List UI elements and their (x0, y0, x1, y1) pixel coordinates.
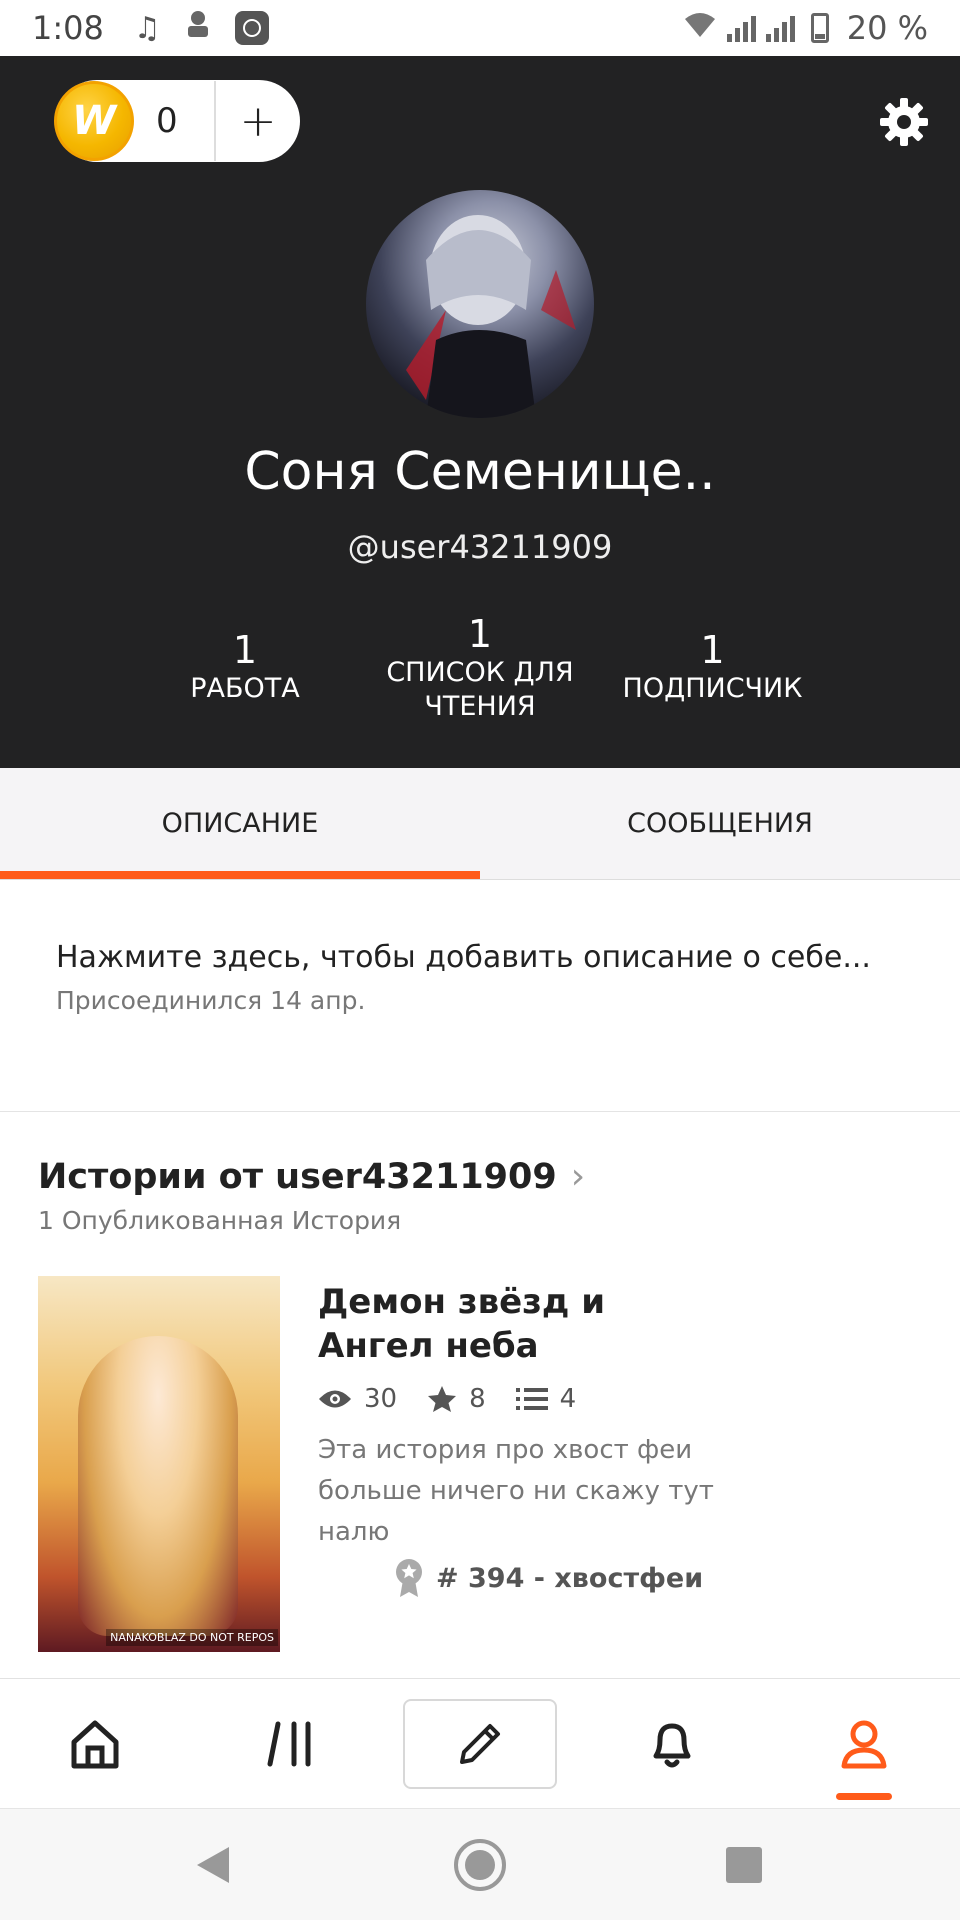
nav-home[interactable] (20, 1679, 170, 1809)
stat-reading-lists[interactable]: 1 СПИСОК ДЛЯ ЧТЕНИЯ (370, 612, 590, 724)
wifi-icon (683, 9, 717, 47)
nav-write[interactable] (403, 1699, 557, 1789)
joined-date: Присоединился 14 апр. (56, 986, 366, 1015)
stories-header[interactable]: Истории от user43211909 › (38, 1156, 585, 1197)
star-icon (428, 1386, 457, 1412)
signal-icon-2 (765, 14, 795, 42)
pencil-icon (460, 1724, 500, 1764)
stories-count: 1 Опубликованная История (38, 1206, 402, 1235)
battery-percent: 20 % (846, 9, 928, 47)
back-icon[interactable] (163, 1809, 263, 1920)
story-votes-count: 8 (469, 1384, 486, 1414)
stat-followers-count: 1 (700, 628, 725, 672)
mi-app-icon (234, 11, 269, 45)
stat-followers-label: ПОДПИСЧИК (622, 673, 803, 704)
music-note-icon: ♫ (133, 10, 161, 46)
story-votes: 8 (427, 1384, 486, 1414)
story-rank-text: # 394 - хвостфеи (436, 1562, 704, 1594)
bottom-nav (0, 1678, 960, 1808)
nav-notifications[interactable] (597, 1679, 747, 1809)
about-section: Нажмите здесь, чтобы добавить описание о… (0, 880, 960, 1112)
system-nav-bar (0, 1808, 960, 1920)
home-icon (71, 1720, 119, 1769)
library-icon (267, 1721, 311, 1767)
eye-icon (319, 1390, 351, 1408)
story-reads: 30 (318, 1384, 397, 1414)
add-description-prompt[interactable]: Нажмите здесь, чтобы добавить описание о… (56, 940, 871, 975)
chevron-right-icon: › (570, 1156, 586, 1197)
profile-icon (841, 1720, 887, 1769)
stat-works-label: РАБОТА (190, 673, 300, 704)
list-icon (515, 1388, 548, 1410)
stat-works-count: 1 (232, 628, 258, 672)
add-coins-button[interactable]: + (216, 96, 300, 147)
story-rank[interactable]: # 394 - хвостфеи (394, 1558, 703, 1598)
tab-messages[interactable]: СООБЩЕНИЯ (480, 768, 960, 879)
story-parts-count: 4 (559, 1384, 577, 1414)
recent-apps-icon[interactable] (694, 1809, 794, 1920)
app-notification-icon (183, 9, 213, 47)
profile-tabs: ОПИСАНИЕ СООБЩЕНИЯ (0, 768, 960, 880)
signal-icon (726, 14, 756, 42)
stat-works[interactable]: 1 РАБОТА (150, 628, 340, 706)
bell-icon (653, 1723, 691, 1768)
story-title[interactable]: Демон звёзд и Ангел неба (318, 1280, 718, 1368)
status-time: 1:08 (32, 9, 104, 47)
story-parts: 4 (515, 1384, 577, 1414)
settings-gear-icon[interactable] (878, 96, 930, 148)
stat-followers[interactable]: 1 ПОДПИСЧИК (600, 628, 825, 706)
story-stats: 30 8 4 (318, 1384, 606, 1414)
status-bar: 1:08 ♫ 20 % (0, 0, 960, 56)
tab-about[interactable]: ОПИСАНИЕ (0, 768, 480, 879)
battery-icon (810, 13, 829, 43)
ranking-badge-icon (396, 1559, 422, 1597)
display-name: Соня Семенище.. (244, 442, 716, 502)
story-cover[interactable]: NANAKOBLAZ DO NOT REPOS (38, 1276, 280, 1652)
cover-artwork (78, 1336, 238, 1636)
story-reads-count: 30 (364, 1384, 398, 1414)
active-nav-indicator (836, 1793, 892, 1800)
coin-count: 0 (156, 101, 178, 141)
avatar[interactable] (366, 190, 594, 418)
stories-title: Истории от user43211909 (38, 1156, 557, 1197)
nav-profile[interactable] (789, 1679, 939, 1809)
profile-header: W 0 + Соня Семенище.. @user43211909 1 РА… (0, 56, 960, 768)
story-description: Эта история про хвост феи больше ничего … (318, 1435, 714, 1547)
username: @user43211909 (347, 528, 613, 566)
coin-icon: W (54, 81, 134, 161)
stat-reading-lists-count: 1 (467, 612, 493, 656)
home-circle-icon[interactable] (430, 1809, 530, 1920)
coins-widget[interactable]: W 0 + (54, 80, 300, 162)
nav-library[interactable] (215, 1679, 365, 1809)
stat-reading-lists-label: СПИСОК ДЛЯ ЧТЕНИЯ (386, 657, 574, 722)
cover-watermark: NANAKOBLAZ DO NOT REPOS (106, 1629, 278, 1646)
